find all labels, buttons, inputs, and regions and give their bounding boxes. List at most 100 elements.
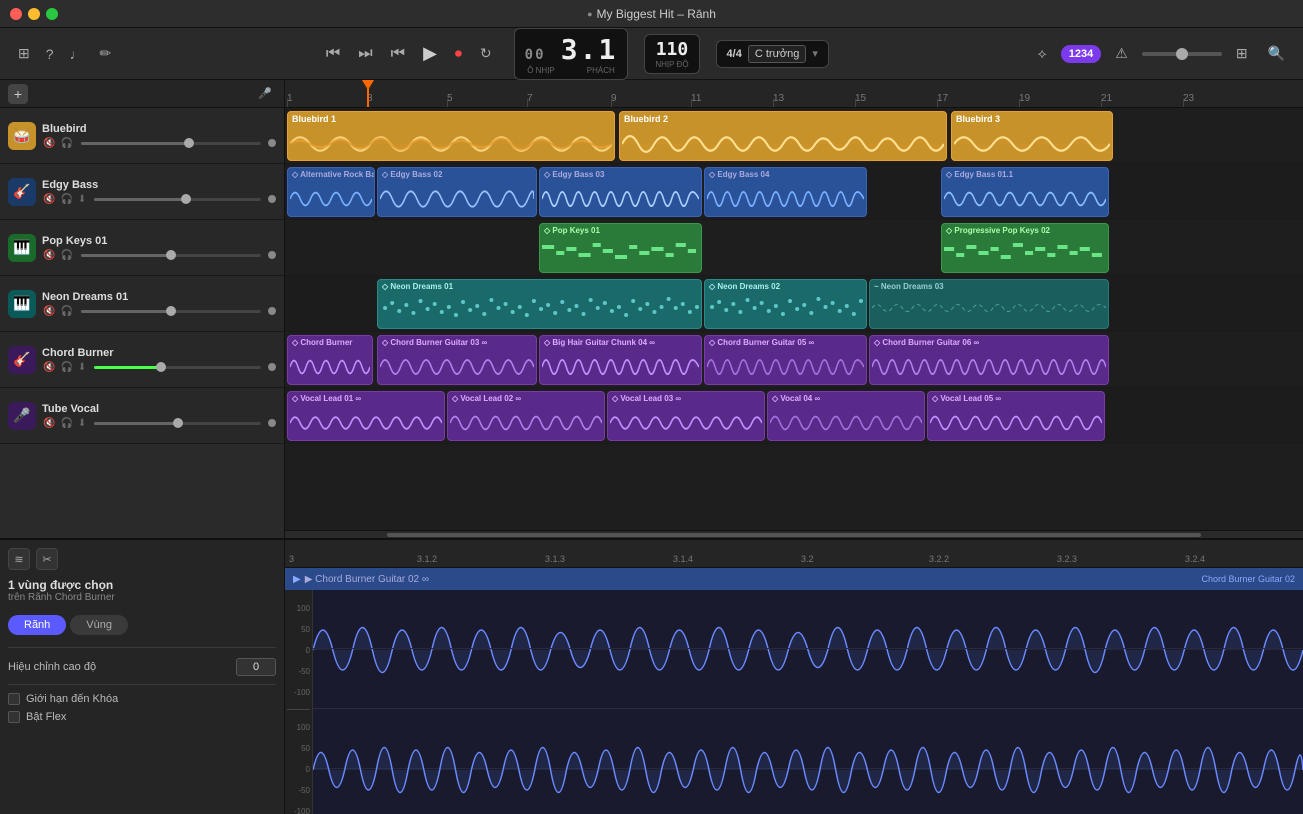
key-display[interactable]: C trưởng [748,45,807,63]
clip-vocal04[interactable]: ◇ Vocal 04 ∞ [767,391,925,441]
track-header-edgybass[interactable]: 🎸 Edgy Bass 🔇 🎧 ⬇ [0,164,284,220]
search-button[interactable]: 🔍 [1262,41,1291,66]
clip-bluebird1[interactable]: Bluebird 1 [287,111,615,161]
scissors-icon-btn[interactable]: ✂ [36,548,58,570]
library-button[interactable]: ⊞ [1230,41,1254,66]
clip-altrock01[interactable]: ◇ Alternative Rock Bass 01 [287,167,375,217]
popkeys-volume[interactable] [81,254,261,257]
time-sig-display[interactable]: 4/4 C trưởng ▾ [716,40,829,68]
track-header-tubevocal[interactable]: 🎤 Tube Vocal 🔇 🎧 ⬇ [0,388,284,444]
track-header-popkeys[interactable]: 🎹 Pop Keys 01 🔇 🎧 [0,220,284,276]
clip-chordburner05[interactable]: ◇ Chord Burner Guitar 05 ∞ [704,335,867,385]
clip-bighair04[interactable]: ◇ Big Hair Guitar Chunk 04 ∞ [539,335,702,385]
edgybass-pan[interactable] [268,195,276,203]
clip-chordburner[interactable]: ◇ Chord Burner [287,335,373,385]
master-volume-slider[interactable] [1142,52,1222,56]
clip-wave [448,405,604,441]
record-button[interactable]: ⏺ [449,41,468,66]
track-options-button[interactable]: 🎤 [254,85,276,102]
clip-chordburner03[interactable]: ◇ Chord Burner Guitar 03 ∞ [377,335,537,385]
clip-vocallead03[interactable]: ◇ Vocal Lead 03 ∞ [607,391,765,441]
chordburner-solo[interactable]: 🎧 [59,362,73,373]
track-header-neondreams[interactable]: 🎹 Neon Dreams 01 🔇 🎧 [0,276,284,332]
ruler-mark-21: 21 [1101,93,1112,104]
bluebird-mute[interactable]: 🔇 [42,138,56,149]
edgybass-extra[interactable]: ⬇ [77,194,87,205]
chordburner-mute[interactable]: 🔇 [42,362,56,373]
tubevocal-solo[interactable]: 🎧 [59,418,73,429]
bluebird-solo[interactable]: 🎧 [59,138,73,149]
clip-bluebird2[interactable]: Bluebird 2 [619,111,947,161]
pitch-value[interactable]: 0 [236,658,276,676]
close-button[interactable] [10,8,22,20]
edgybass-solo[interactable]: 🎧 [59,194,73,205]
detail-clip-label-left: ▶ Chord Burner Guitar 02 ∞ [305,574,429,585]
dropdown-icon[interactable]: ▾ [812,47,818,60]
chordburner-extra[interactable]: ⬇ [77,362,87,373]
tuner-button[interactable]: ⟡ [1032,41,1053,66]
tracks-container: Bluebird 1 Bluebird 2 [285,108,1303,444]
clip-edgybass011[interactable]: ◇ Edgy Bass 01.1 [941,167,1109,217]
ranh-tab[interactable]: Rãnh [8,615,66,635]
track-header-chordburner[interactable]: 🎸 Chord Burner 🔇 🎧 ⬇ [0,332,284,388]
neondreams-mute[interactable]: 🔇 [42,306,56,317]
clip-edgybass03[interactable]: ◇ Edgy Bass 03 [539,167,702,217]
pencil-button[interactable]: ✏ [94,41,118,66]
chordburner-volume[interactable] [94,366,261,369]
bpm-display[interactable]: 110 NHỊP ĐỘ [644,34,699,74]
clip-label: ~ Neon Dreams 03 [870,280,1108,293]
edgybass-volume[interactable] [94,198,261,201]
popkeys-solo[interactable]: 🎧 [59,250,73,261]
clip-edgybass04[interactable]: ◇ Edgy Bass 04 [704,167,867,217]
edgybass-mute[interactable]: 🔇 [42,194,56,205]
maximize-button[interactable] [46,8,58,20]
horizontal-scrollbar[interactable] [285,530,1303,538]
tubevocal-extra[interactable]: ⬇ [77,418,87,429]
clip-wave [378,349,536,385]
tubevocal-mute[interactable]: 🔇 [42,418,56,429]
add-track-button[interactable]: + [8,84,28,104]
clip-vocallead02[interactable]: ◇ Vocal Lead 02 ∞ [447,391,605,441]
popkeys-mute[interactable]: 🔇 [42,250,56,261]
clip-chordburner06[interactable]: ◇ Chord Burner Guitar 06 ∞ [869,335,1109,385]
tubevocal-pan[interactable] [268,419,276,427]
clip-neondreams03[interactable]: ~ Neon Dreams 03 [869,279,1109,329]
neondreams-volume[interactable] [81,310,261,313]
bluebird-pan[interactable] [268,139,276,147]
clip-vocallead01[interactable]: ◇ Vocal Lead 01 ∞ [287,391,445,441]
alert-button[interactable]: ⚠ [1109,41,1134,66]
user-badge[interactable]: 1234 [1061,45,1101,63]
track-header-bluebird[interactable]: 🥁 Bluebird 🔇 🎧 [0,108,284,164]
tubevocal-name: Tube Vocal [42,403,276,415]
limit-checkbox[interactable] [8,693,20,705]
loop-button[interactable]: ↻ [474,41,498,66]
clip-popkeys01[interactable]: ◇ Pop Keys 01 [539,223,702,273]
lower-ruler-312: 3.1.2 [417,554,437,564]
clip-neondreams01[interactable]: ◇ Neon Dreams 01 [377,279,702,329]
rewind-button[interactable]: ⏮ [320,41,346,67]
chordburner-pan[interactable] [268,363,276,371]
position-display[interactable]: 00 3.1 Ô NHỊP PHÁCH [514,28,629,80]
clip-progpopkeys02[interactable]: ◇ Progressive Pop Keys 02 [941,223,1109,273]
metronome-button[interactable]: ♩ [64,42,90,66]
popkeys-pan[interactable] [268,251,276,259]
help-button[interactable]: ? [40,42,60,66]
play-button[interactable]: ▶ [417,39,443,68]
scrollbar-thumb[interactable] [387,533,1201,537]
bluebird-volume[interactable] [81,142,261,145]
clip-edgybass02[interactable]: ◇ Edgy Bass 02 [377,167,537,217]
tubevocal-volume[interactable] [94,422,261,425]
vung-tab[interactable]: Vùng [70,615,128,635]
to-start-button[interactable]: ⏮ [385,41,411,67]
forward-button[interactable]: ⏭ [352,41,378,67]
minimize-button[interactable] [28,8,40,20]
track-row-edgybass: ◇ Alternative Rock Bass 01 ◇ Edgy Bass 0… [285,164,1303,220]
waveform-icon-btn[interactable]: ≋ [8,548,30,570]
neondreams-solo[interactable]: 🎧 [59,306,73,317]
smart-controls-button[interactable]: ⊞ [12,41,36,66]
clip-neondreams02[interactable]: ◇ Neon Dreams 02 [704,279,867,329]
neondreams-pan[interactable] [268,307,276,315]
clip-vocallead05[interactable]: ◇ Vocal Lead 05 ∞ [927,391,1105,441]
clip-bluebird3[interactable]: Bluebird 3 [951,111,1113,161]
flex-checkbox[interactable] [8,711,20,723]
